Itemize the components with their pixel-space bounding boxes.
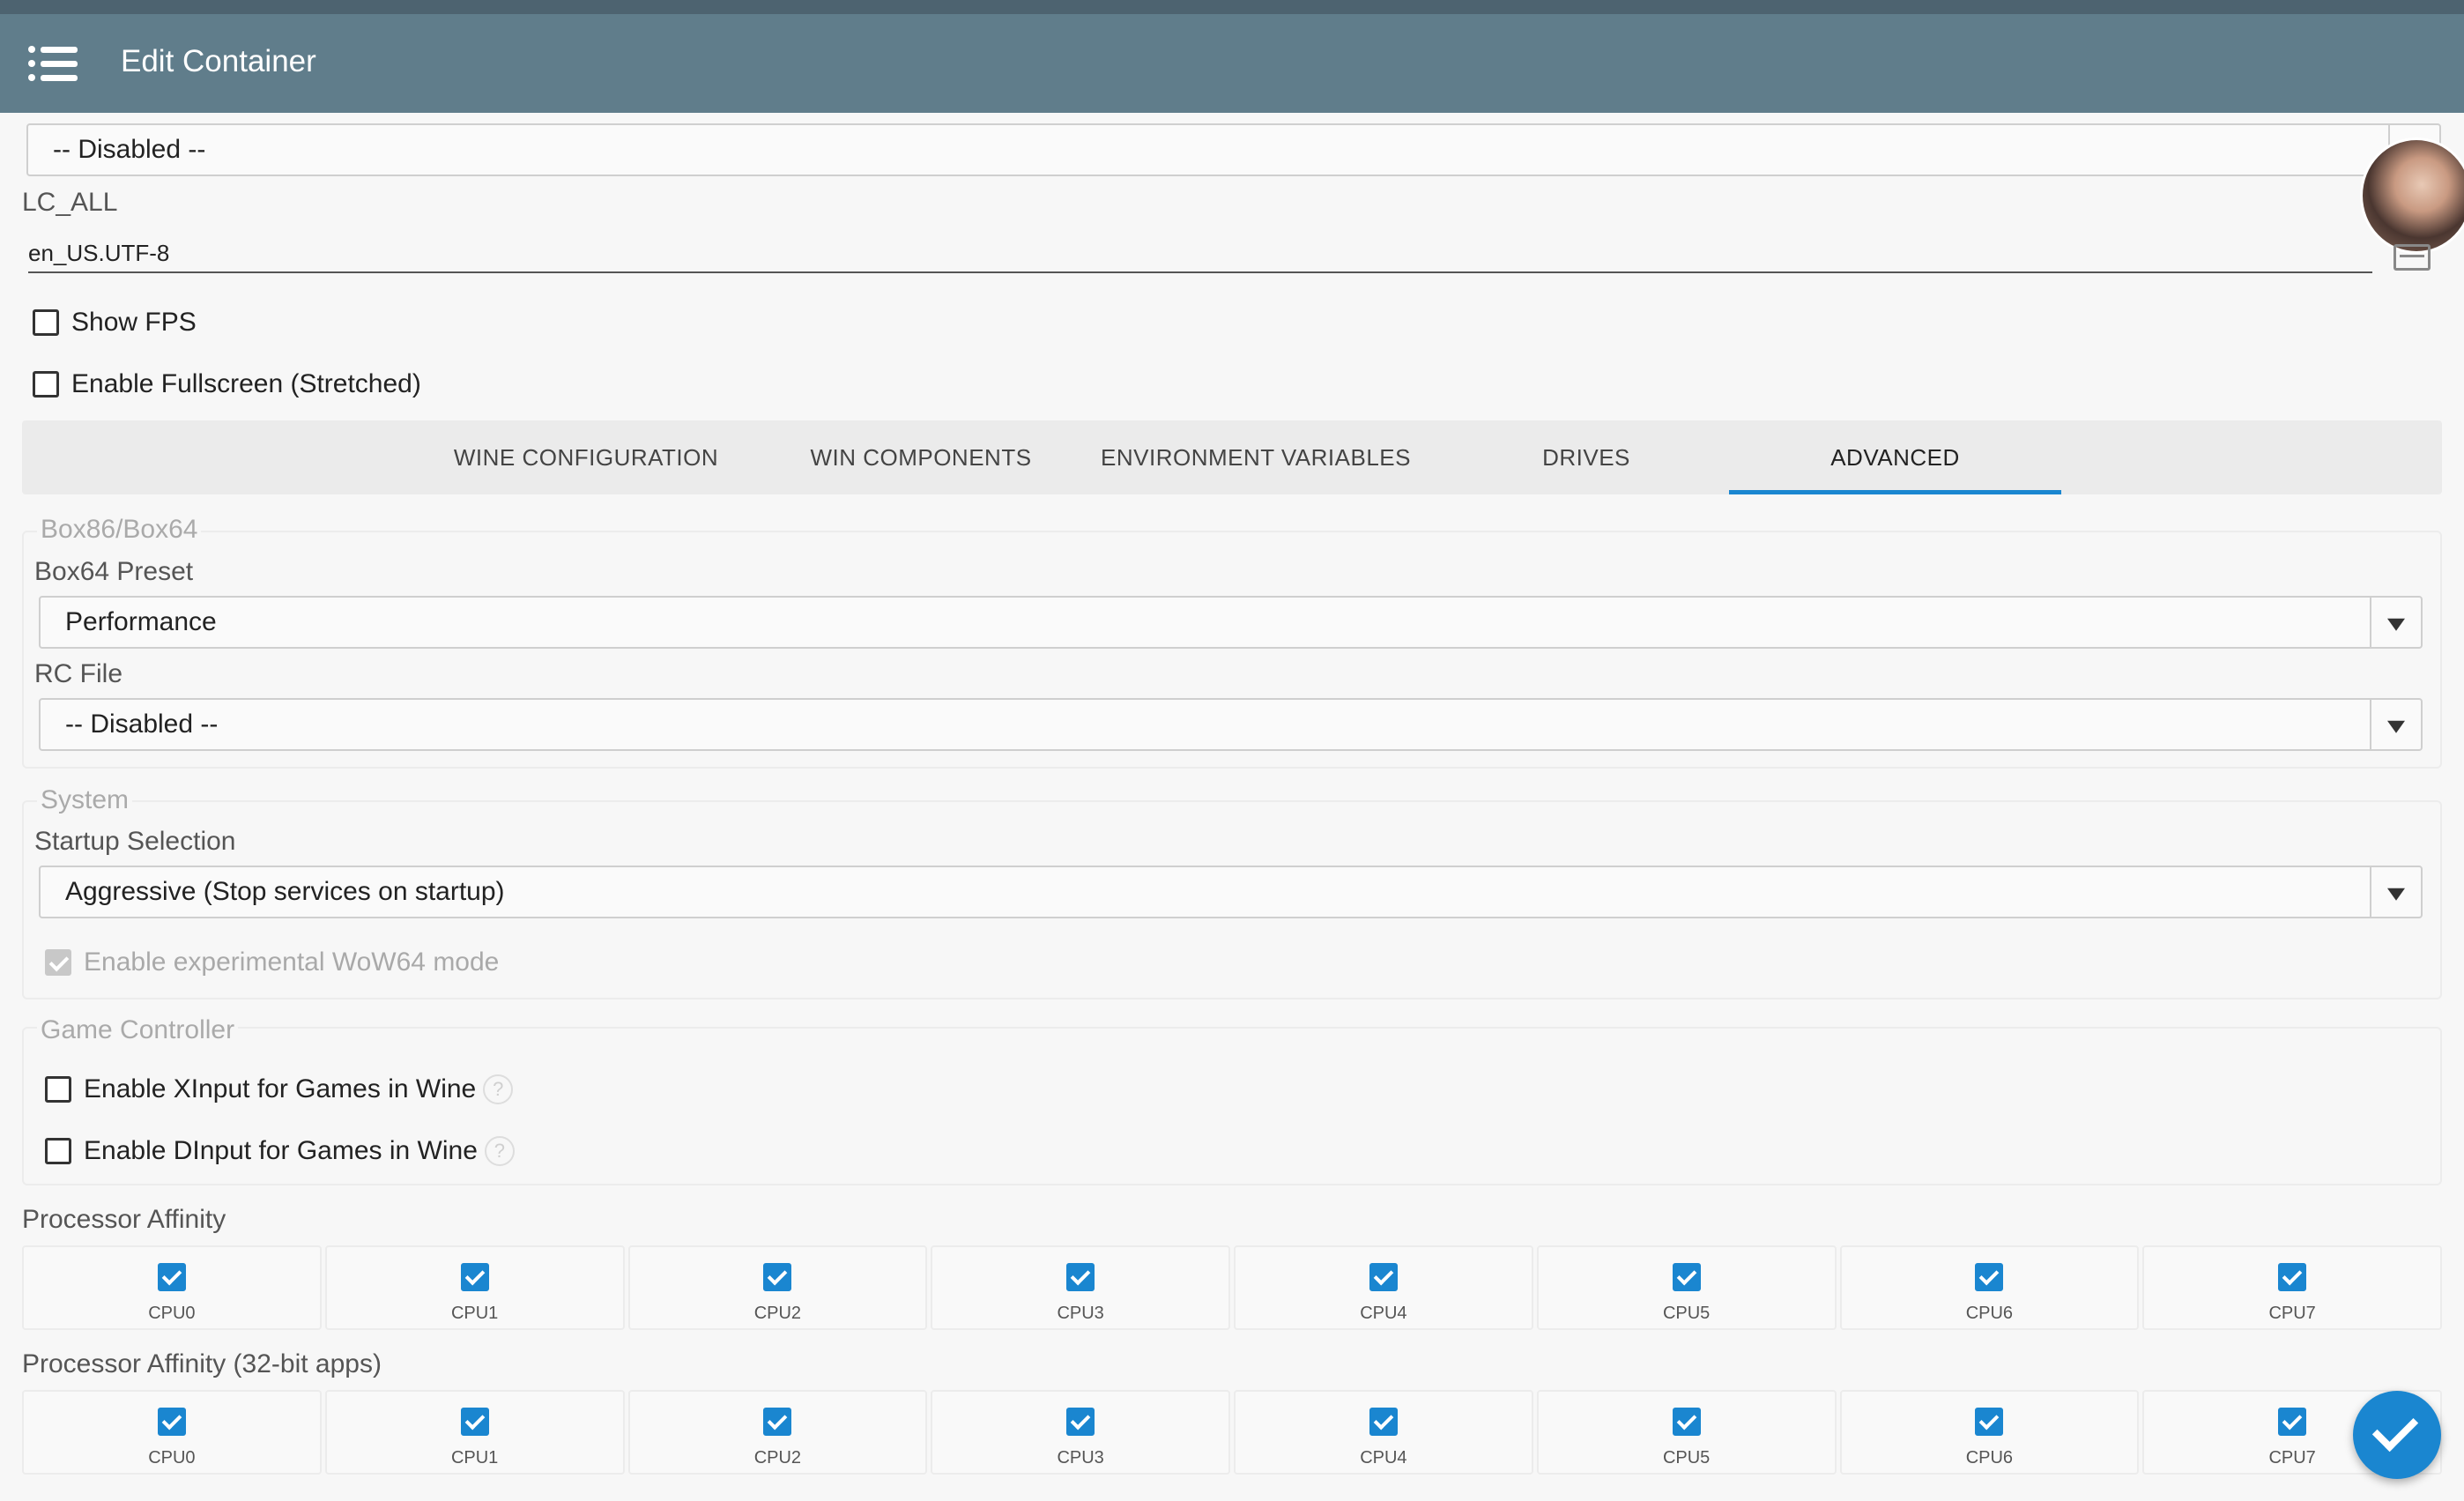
dinput-checkbox[interactable]: Enable DInput for Games in Wine ? <box>45 1130 515 1172</box>
cpu-checkbox[interactable]: CPU3 <box>931 1245 1230 1330</box>
rc-file-select[interactable]: -- Disabled -- <box>39 698 2423 751</box>
cpu-checkbox[interactable]: CPU2 <box>627 1390 928 1475</box>
checkbox-box <box>460 1408 489 1436</box>
startup-selection-label: Startup Selection <box>34 827 236 856</box>
checkbox-box <box>157 1263 186 1291</box>
checkbox-box <box>157 1408 186 1436</box>
checkbox-box <box>460 1263 489 1291</box>
checkbox-box <box>45 1138 71 1164</box>
rc-file-label: RC File <box>34 659 123 688</box>
menu-icon[interactable] <box>26 41 81 86</box>
cpu-checkbox[interactable]: CPU0 <box>22 1390 322 1475</box>
checkbox-box <box>2278 1263 2307 1291</box>
checkbox-box <box>1975 1408 2004 1436</box>
cpu-checkbox[interactable]: CPU4 <box>1234 1245 1533 1330</box>
help-icon[interactable]: ? <box>483 1074 514 1104</box>
xinput-checkbox[interactable]: Enable XInput for Games in Wine ? <box>45 1068 514 1111</box>
cpu-checkbox[interactable]: CPU5 <box>1536 1245 1837 1330</box>
checkbox-box <box>1066 1408 1095 1436</box>
keyboard-icon[interactable] <box>2393 244 2431 271</box>
system-group-title: System <box>37 785 133 815</box>
status-bar <box>0 0 2464 14</box>
cpu-checkbox[interactable]: CPU6 <box>1839 1390 2140 1475</box>
checkbox-box <box>33 309 59 336</box>
page-title: Edit Container <box>121 44 316 78</box>
cpu-checkbox[interactable]: CPU7 <box>2142 1245 2442 1330</box>
cpu-checkbox[interactable]: CPU1 <box>324 1245 625 1330</box>
checkbox-box <box>45 949 71 976</box>
tab-win-components[interactable]: WIN COMPONENTS <box>753 420 1088 494</box>
checkbox-box <box>1369 1408 1398 1436</box>
chevron-down-icon <box>2370 700 2421 749</box>
top-select-value: -- Disabled -- <box>53 135 206 164</box>
app-bar: Edit Container <box>0 14 2464 113</box>
tab-drives[interactable]: DRIVES <box>1419 420 1754 494</box>
wow64-checkbox[interactable]: Enable experimental WoW64 mode <box>45 941 499 984</box>
checkbox-box <box>1066 1263 1095 1291</box>
cpu-checkbox[interactable]: CPU0 <box>22 1245 322 1330</box>
cpu-checkbox[interactable]: CPU5 <box>1536 1390 1837 1475</box>
checkbox-box <box>1369 1263 1398 1291</box>
box64-preset-select[interactable]: Performance <box>39 596 2423 649</box>
chevron-down-icon <box>2370 598 2421 647</box>
top-select[interactable]: -- Disabled -- <box>26 123 2441 176</box>
processor-affinity-grid: CPU0 CPU1 CPU2 CPU3 CPU4 CPU5 CPU6 CPU7 <box>22 1245 2442 1330</box>
avatar <box>2360 137 2464 254</box>
game-controller-group-title: Game Controller <box>37 1015 239 1045</box>
startup-selection-select[interactable]: Aggressive (Stop services on startup) <box>39 866 2423 918</box>
cpu-checkbox[interactable]: CPU2 <box>627 1245 928 1330</box>
checkbox-box <box>1672 1263 1701 1291</box>
checkbox-box <box>1975 1263 2004 1291</box>
cpu-checkbox[interactable]: CPU3 <box>931 1390 1230 1475</box>
chevron-down-icon <box>2370 867 2421 917</box>
tab-wine-configuration[interactable]: WINE CONFIGURATION <box>419 420 753 494</box>
checkbox-box <box>1672 1408 1701 1436</box>
cpu-checkbox[interactable]: CPU4 <box>1234 1390 1533 1475</box>
processor-affinity-label: Processor Affinity <box>22 1205 226 1234</box>
processor-affinity-32-label: Processor Affinity (32-bit apps) <box>22 1349 382 1378</box>
lc-all-input[interactable]: en_US.UTF-8 <box>28 238 2372 273</box>
box64-group-title: Box86/Box64 <box>37 515 202 545</box>
lc-all-label: LC_ALL <box>22 188 118 217</box>
tab-environment-variables[interactable]: ENVIRONMENT VARIABLES <box>1088 420 1423 494</box>
cpu-checkbox[interactable]: CPU6 <box>1839 1245 2140 1330</box>
check-icon[interactable] <box>2353 1391 2441 1479</box>
help-icon[interactable]: ? <box>484 1136 515 1166</box>
checkbox-box <box>763 1263 792 1291</box>
checkbox-box <box>2278 1408 2307 1436</box>
tab-bar: WINE CONFIGURATION WIN COMPONENTS ENVIRO… <box>22 420 2442 494</box>
checkbox-box <box>45 1076 71 1103</box>
fullscreen-checkbox[interactable]: Enable Fullscreen (Stretched) <box>33 363 421 405</box>
tab-advanced[interactable]: ADVANCED <box>1729 420 2061 494</box>
checkbox-box <box>33 371 59 398</box>
processor-affinity-32-grid: CPU0 CPU1 CPU2 CPU3 CPU4 CPU5 CPU6 CPU7 <box>22 1390 2442 1475</box>
cpu-checkbox[interactable]: CPU1 <box>324 1390 625 1475</box>
checkbox-box <box>763 1408 792 1436</box>
show-fps-checkbox[interactable]: Show FPS <box>33 301 197 344</box>
box64-preset-label: Box64 Preset <box>34 557 194 586</box>
